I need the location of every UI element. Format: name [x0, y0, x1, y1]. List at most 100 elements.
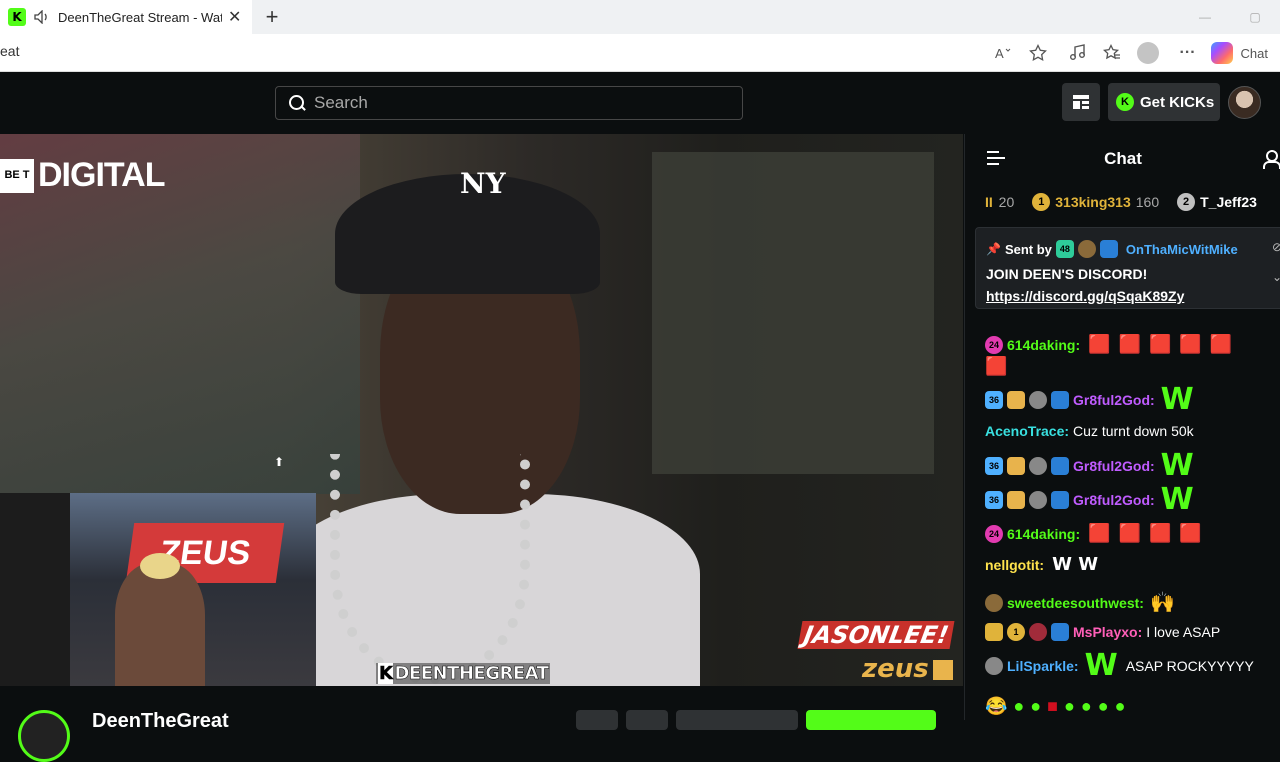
chat-text: I love ASAP — [1146, 624, 1221, 640]
copilot-icon — [1210, 42, 1233, 64]
w-emote: W — [1084, 648, 1118, 683]
red-emote: 🟥 — [1148, 334, 1172, 354]
red-emote[interactable]: ■ — [1047, 696, 1058, 717]
og-badge-icon — [985, 593, 1003, 612]
follow-button[interactable] — [806, 710, 936, 730]
green-emote[interactable]: ● — [1013, 696, 1024, 717]
w-emote: W — [1160, 382, 1194, 417]
new-tab-button[interactable]: + — [260, 0, 284, 34]
more-menu-icon[interactable]: ··· — [1173, 38, 1203, 68]
pinned-username[interactable]: OnThaMicWitMike — [1126, 242, 1238, 257]
site-header: Search K Get KICKs — [0, 72, 1280, 134]
green-emote[interactable]: ● — [1098, 696, 1109, 717]
users-icon[interactable] — [1263, 150, 1280, 169]
chat-username[interactable]: nellgotit: — [985, 557, 1044, 573]
media-control-icon[interactable] — [1063, 38, 1093, 68]
green-emote[interactable]: ● — [1115, 696, 1126, 717]
leaderboard-entry[interactable]: 2 T_Jeff23 — [1177, 193, 1257, 211]
zeus-watermark: zeus — [862, 654, 953, 684]
subscriber-badge: 1 — [1007, 623, 1025, 641]
green-emote[interactable]: ● — [1030, 696, 1041, 717]
chat-message[interactable]: nellgotit: W W — [985, 554, 1098, 575]
subscribe-button[interactable] — [676, 710, 798, 730]
video-player[interactable]: NY BE T DIGITAL ZEUS ⬆ K DEENTHEGREAT JAS… — [0, 134, 963, 686]
pinned-message[interactable]: 📌 Sent by 48 OnThaMicWitMike JOIN DEEN'S… — [975, 227, 1280, 309]
chat-username[interactable]: MsPlayxo: — [1073, 624, 1142, 640]
green-emote[interactable]: ● — [1064, 696, 1075, 717]
red-emote: 🟥 — [1088, 523, 1111, 543]
share-button[interactable] — [626, 710, 668, 730]
chat-username[interactable]: Gr8ful2God: — [1073, 458, 1155, 474]
deen-watermark-text: DEENTHEGREAT — [394, 663, 549, 685]
subscriber-badge: 48 — [1055, 240, 1074, 258]
chat-message[interactable]: 24 614daking: 🟥 🟥 🟥 🟥 — [985, 523, 1202, 544]
laughing-emote[interactable]: 😂 — [985, 696, 1007, 717]
collapse-chat-icon[interactable] — [987, 151, 1005, 165]
leaderboard-name: 313king313 — [1055, 194, 1131, 210]
chat-username[interactable]: 614daking: — [1007, 526, 1080, 542]
subscriber-badge: 36 — [985, 391, 1003, 409]
chat-username[interactable]: AcenoTrace: — [985, 423, 1069, 439]
leaderboard-score: 160 — [1135, 194, 1160, 210]
svg-text:A: A — [995, 46, 1004, 61]
gift-icon — [1007, 391, 1025, 409]
rank-badge: 2 — [1177, 193, 1196, 211]
tab-title: DeenTheGreat Stream - Watch — [58, 9, 222, 25]
url-field[interactable]: eat — [0, 43, 19, 59]
get-kicks-button[interactable]: K Get KICKs — [1108, 83, 1220, 121]
og-badge-icon — [1077, 240, 1096, 258]
chat-message[interactable]: 1 MsPlayxo: I love ASAP — [985, 623, 1220, 641]
subscriber-badge: 36 — [985, 491, 1003, 509]
moderator-sword-icon — [1051, 491, 1069, 509]
chat-message[interactable]: LilSparkle: W ASAP ROCKYYYYY — [985, 648, 1254, 683]
channel-avatar[interactable] — [18, 710, 70, 762]
pin-icon: 📌 — [986, 242, 1001, 256]
channel-name[interactable]: DeenTheGreat — [92, 710, 229, 733]
favorites-icon[interactable] — [1097, 38, 1127, 68]
red-emote: 🟥 — [1209, 334, 1233, 354]
chat-message[interactable]: 36 Gr8ful2God: W — [985, 451, 1194, 481]
tab-close-icon[interactable]: ✕ — [228, 7, 241, 27]
cap-logo: NY — [460, 167, 506, 200]
gift-button[interactable] — [576, 710, 618, 730]
green-emote[interactable]: ● — [1081, 696, 1092, 717]
zeus-watermark-text: zeus — [862, 654, 929, 684]
favorite-star-icon[interactable] — [1023, 38, 1053, 68]
read-aloud-icon[interactable]: A — [989, 38, 1019, 68]
gift-icon — [1007, 491, 1025, 509]
chat-message[interactable]: 24 614daking: 🟥 🟥 🟥 🟥 🟥 — [985, 334, 1232, 355]
moderator-sword-icon — [1051, 391, 1069, 409]
leaderboard-entry[interactable]: 1 313king313 160 — [1032, 193, 1159, 211]
discord-link[interactable]: https://discord.gg/qSqaK89Zy — [986, 288, 1184, 304]
moderator-sword-icon — [1051, 623, 1069, 641]
chat-message[interactable]: 36 Gr8ful2God: W — [985, 485, 1194, 515]
hide-pin-icon[interactable]: ⊘ — [1272, 240, 1280, 254]
browser-tab[interactable]: K DeenTheGreat Stream - Watch ✕ — [0, 0, 252, 34]
maximize-icon[interactable]: ▢ — [1230, 0, 1280, 34]
chat-username[interactable]: Gr8ful2God: — [1073, 392, 1155, 408]
og-badge-icon — [985, 657, 1003, 675]
user-avatar[interactable] — [1228, 86, 1261, 119]
chat-message[interactable]: 36 Gr8ful2God: W — [985, 382, 1194, 417]
copilot-button[interactable]: Chat — [1210, 42, 1268, 64]
red-emote: 🟥 — [1179, 523, 1202, 543]
bet-logo-text: DIGITAL — [38, 156, 165, 194]
minimize-icon[interactable]: — — [1180, 0, 1230, 34]
channel-info-bar: DeenTheGreat — [0, 686, 963, 762]
chat-message[interactable]: AcenoTrace: Cuz turnt down 50k — [985, 423, 1194, 439]
chat-message[interactable]: sweetdeesouthwest: 🙌 — [985, 590, 1175, 615]
bet-logo-box: BE T — [0, 158, 34, 193]
chat-title: Chat — [1104, 149, 1142, 168]
chat-username[interactable]: Gr8ful2God: — [1073, 492, 1155, 508]
search-input[interactable]: Search — [275, 86, 743, 120]
speaker-icon[interactable] — [34, 8, 52, 26]
get-kicks-label: Get KICKs — [1140, 93, 1215, 111]
chat-username[interactable]: sweetdeesouthwest: — [1007, 595, 1144, 611]
chat-username[interactable]: 614daking: — [1007, 337, 1080, 353]
chevron-down-icon[interactable]: ⌄ — [1272, 270, 1280, 284]
pinned-sender-row: 📌 Sent by 48 OnThaMicWitMike — [986, 240, 1238, 258]
browse-button[interactable] — [1062, 83, 1100, 121]
chat-username[interactable]: LilSparkle: — [1007, 658, 1079, 674]
video-subject-chain — [330, 454, 530, 684]
profile-avatar-icon[interactable] — [1136, 42, 1159, 64]
